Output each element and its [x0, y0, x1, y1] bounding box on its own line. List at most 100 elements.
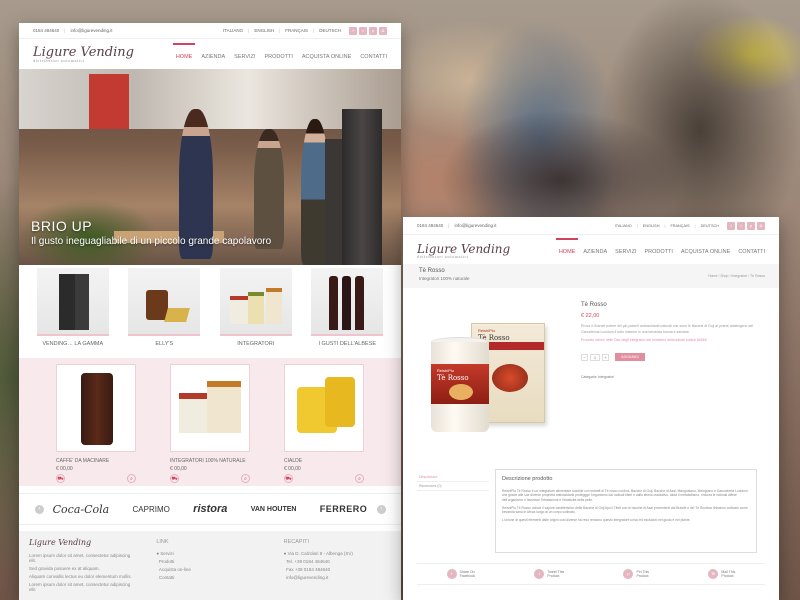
brand-van-houten[interactable]: VAN HOUTEN [251, 506, 297, 513]
nav-acquista-online[interactable]: ACQUISTA ONLINE [681, 249, 730, 255]
twitter-icon: t [534, 569, 545, 579]
lang-it[interactable]: ITALIANO [615, 224, 632, 228]
email-link[interactable]: info@ligurevending.it [70, 28, 112, 33]
description-paragraph: L'unione di questi elementi dalle origin… [502, 517, 691, 522]
logo[interactable]: Ligure Vending distributori automatici [417, 243, 510, 265]
lang-de[interactable]: DEUTSCH [319, 28, 341, 33]
top-bar: 0184 484640 | info@ligurevending.it ITAL… [403, 217, 779, 235]
nav-servizi[interactable]: SERVIZI [615, 249, 636, 255]
hero-photo-vending-machine [342, 109, 382, 265]
site-footer: Ligure Vending Lorem ipsum dolor sit ame… [19, 531, 401, 600]
product-card[interactable]: CIALDE € 00,00 ⛟ ⌕ [284, 364, 364, 483]
footer-text: Lorem ipsum dolor sit amet, consectetur … [29, 582, 131, 592]
phone: 0184 484640 [33, 28, 60, 33]
cart-icon[interactable]: ⛟ [170, 474, 179, 483]
share-facebook[interactable]: f Share On Facebook [446, 569, 475, 579]
nav-home[interactable]: HOME [555, 238, 578, 255]
cart-icon[interactable]: ⛟ [284, 474, 293, 483]
nav-azienda[interactable]: AZIENDA [583, 249, 607, 255]
twitter-icon[interactable]: t [359, 26, 367, 35]
share-twitter[interactable]: t Tweet This Product [534, 569, 564, 579]
breadcrumb[interactable]: Home / Shop / Integratori / Tè Rosso [708, 274, 765, 278]
hero-banner[interactable]: BRIO UP Il gusto ineguagliabile di un pi… [19, 69, 401, 265]
category-gusti-albese[interactable]: I GUSTI DELL'ALBESE [311, 265, 384, 356]
brand-coca-cola[interactable]: Coca-Cola [53, 503, 110, 516]
footer-email[interactable]: info@ligurevending.it [284, 575, 391, 580]
category-label: ELLY'S [155, 341, 174, 347]
facebook-icon[interactable]: f [349, 26, 357, 35]
qty-plus-button[interactable]: + [602, 353, 609, 361]
product-tabs: Descrizione Recensioni (0) [417, 473, 489, 491]
footer-link[interactable]: ● Servizi [156, 551, 263, 556]
footer-link[interactable]: Contatti [156, 575, 263, 580]
footer-text: Lorem ipsum dolor sit amet, consectetur … [29, 553, 131, 563]
product-category[interactable]: Categoria: Integratori [581, 375, 771, 380]
logo[interactable]: Ligure Vending distributori automatici [33, 46, 134, 70]
lang-en[interactable]: ENGLISH [643, 224, 660, 228]
product-price: € 22,00 [581, 313, 600, 319]
pinterest-icon[interactable]: p [369, 26, 377, 35]
brands-carousel: Coca-Cola CAPRIMO ristora VAN HOUTEN FER… [19, 493, 401, 525]
hero-title: BRIO UP [31, 218, 93, 234]
twitter-icon[interactable]: t [737, 221, 745, 230]
category-integratori-image [219, 268, 292, 336]
footer-link[interactable]: Acquista on-line [156, 567, 263, 572]
share-pinterest[interactable]: p Pin This Product [623, 569, 649, 579]
cart-icon[interactable]: ⛟ [56, 474, 65, 483]
share-mail[interactable]: ✉ Mail This Product [708, 569, 735, 579]
product-name: CAFFE' DA MACINARE [56, 458, 110, 464]
product-image [284, 364, 364, 452]
category-vending[interactable]: VENDING… LA GAMMA [36, 265, 109, 356]
site-header: Ligure Vending distributori automatici H… [19, 39, 401, 69]
pinterest-icon: p [623, 569, 634, 579]
category-integratori[interactable]: INTEGRATORI [219, 265, 292, 356]
tab-descrizione[interactable]: Descrizione [417, 473, 489, 482]
category-ellys[interactable]: ELLY'S [128, 265, 201, 356]
quantity-stepper: − 1 + AGGIUNGI [581, 353, 771, 361]
nav-acquista-online[interactable]: ACQUISTA ONLINE [302, 54, 351, 60]
product-card[interactable]: CAFFE' DA MACINARE € 00,00 ⛟ ⌕ [56, 364, 136, 483]
qty-input[interactable]: 1 [590, 353, 600, 361]
search-icon[interactable]: ⌕ [241, 474, 250, 483]
mail-icon: ✉ [708, 569, 719, 579]
nav-contatti[interactable]: CONTATTI [360, 54, 387, 60]
nav-contatti[interactable]: CONTATTI [738, 249, 765, 255]
product-card[interactable]: INTEGRATORI 100% NATURALE € 00,00 ⛟ ⌕ [170, 364, 250, 483]
category-vending-image [36, 268, 109, 336]
tab-recensioni[interactable]: Recensioni (0) [417, 482, 489, 491]
lang-fr[interactable]: FRANÇAIS [670, 224, 689, 228]
search-icon[interactable]: ⌕ [127, 474, 136, 483]
brand-ferrero[interactable]: FERRERO [320, 504, 368, 514]
qty-minus-button[interactable]: − [581, 353, 588, 361]
search-icon[interactable]: ⌕ [355, 474, 364, 483]
lang-en[interactable]: ENGLISH [254, 28, 274, 33]
product-image[interactable]: ReishiPlu Tè Rosso ReishiPlu Tè Rosso [425, 317, 565, 437]
nav-prodotti[interactable]: PRODOTTI [264, 54, 292, 60]
nav-home[interactable]: HOME [172, 43, 195, 60]
nav-prodotti[interactable]: PRODOTTI [644, 249, 672, 255]
lang-de[interactable]: DEUTSCH [701, 224, 719, 228]
category-label: VENDING… LA GAMMA [42, 341, 104, 347]
brand-ristora[interactable]: ristora [193, 503, 227, 515]
product-image [56, 364, 136, 452]
footer-phone: Tel. +39 0184 484640 [286, 559, 330, 564]
brand-caprimo[interactable]: CAPRIMO [133, 505, 170, 514]
homepage-mockup: 0184 484640 | info@ligurevending.it ITAL… [19, 23, 401, 600]
facebook-icon[interactable]: f [727, 221, 735, 230]
product-image [170, 364, 250, 452]
pinterest-icon[interactable]: p [747, 221, 755, 230]
email-link[interactable]: info@ligurevending.it [454, 223, 496, 228]
nav-servizi[interactable]: SERVIZI [234, 54, 255, 60]
product-page-mockup: 0184 484640 | info@ligurevending.it ITAL… [403, 217, 779, 600]
nav-azienda[interactable]: AZIENDA [201, 54, 225, 60]
footer-address: ● Via D. Calzolari 8 - Albenga (SV) [283, 551, 353, 556]
footer-about: Ligure Vending Lorem ipsum dolor sit ame… [29, 539, 136, 593]
lang-it[interactable]: ITALIANO [223, 28, 243, 33]
instagram-icon[interactable]: ◘ [757, 221, 765, 230]
instagram-icon[interactable]: ◘ [379, 26, 387, 35]
footer-links: LINK ● Servizi Prodotti Acquista on-line… [156, 539, 263, 592]
footer-link[interactable]: Prodotti [156, 559, 263, 564]
lang-fr[interactable]: FRANÇAIS [285, 28, 308, 33]
footer-text: Sed gravida posuere ex at aliquam. [29, 566, 100, 571]
add-to-cart-button[interactable]: AGGIUNGI [615, 353, 645, 361]
